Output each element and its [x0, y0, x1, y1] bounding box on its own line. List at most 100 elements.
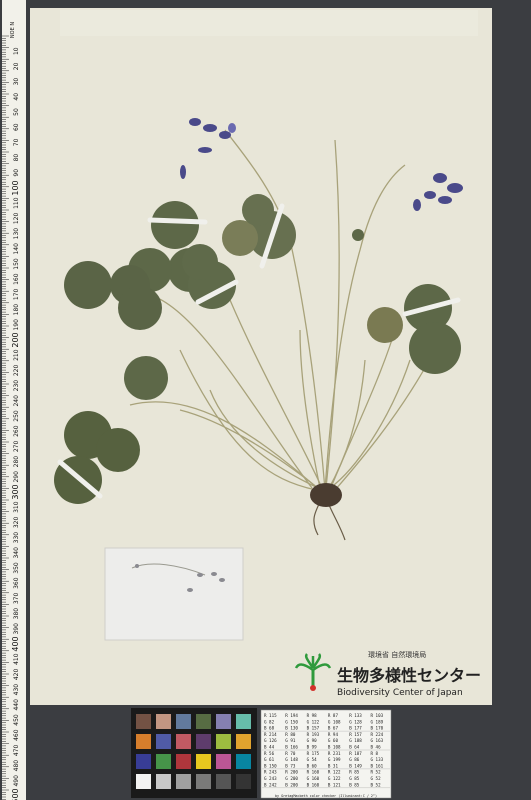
checker-swatch [196, 734, 211, 749]
ruler-mark: 300 [11, 484, 20, 499]
ruler-mark: 280 [13, 456, 20, 468]
table-cell: B 149 [349, 763, 362, 768]
table-caption: by GretagMacbeth color checker (Illumina… [275, 794, 377, 798]
table-cell: G 160 [307, 776, 320, 781]
table-cell: B 242 [264, 782, 277, 787]
table-cell: R 87 [328, 713, 339, 718]
table-cell: B 177 [349, 726, 362, 731]
checker-swatch [236, 754, 251, 769]
ruler-mark: 370 [13, 592, 20, 604]
table-cell: G 85 [349, 776, 360, 781]
checker-swatch [236, 734, 251, 749]
table-cell: G 150 [285, 719, 298, 724]
table-cell: B 99 [307, 745, 318, 750]
table-cell: R 70 [285, 751, 296, 756]
table-cell: G 122 [328, 776, 341, 781]
table-cell: B 130 [285, 726, 298, 731]
ruler-mark: 360 [13, 577, 20, 589]
ruler-mark: 390 [13, 623, 20, 635]
ruler-mark: 130 [13, 228, 20, 240]
trifoliate-leaf [124, 356, 168, 400]
checker-swatch [196, 754, 211, 769]
checker-swatch [136, 734, 151, 749]
checker-swatch [176, 754, 191, 769]
table-cell: B 46 [371, 745, 382, 750]
table-cell: R 98 [307, 713, 318, 718]
ruler-mark: 210 [13, 349, 20, 361]
table-cell: G 133 [371, 757, 384, 762]
center-name-en: Biodiversity Center of Japan [337, 688, 463, 698]
ruler-mark: 380 [13, 608, 20, 620]
table-cell: B 60 [307, 763, 318, 768]
table-cell: G 54 [307, 757, 318, 762]
table-cell: B 31 [328, 763, 339, 768]
ruler-mark: 450 [13, 714, 20, 726]
center-name-jp: 生物多様性センター [337, 666, 481, 685]
table-cell: G 126 [264, 738, 277, 743]
table-cell: G 243 [264, 776, 277, 781]
ruler-mark: 140 [13, 243, 20, 255]
checker-swatch [216, 734, 231, 749]
ruler-mark: 40 [13, 93, 20, 101]
ruler-header: NOE N [10, 22, 16, 38]
ruler-mark: 60 [13, 123, 20, 131]
table-cell: R 8 [371, 751, 379, 756]
table-cell: B 85 [349, 782, 360, 787]
table-cell: B 68 [264, 726, 275, 731]
table-cell: B 170 [371, 726, 384, 731]
ruler-mark: 180 [13, 304, 20, 316]
ruler-mark: 20 [13, 62, 20, 70]
table-cell: B 67 [328, 726, 339, 731]
color-checker [131, 708, 257, 798]
institution-label: 環境省 自然環境局 生物多様性センター Biodiversity Center … [294, 572, 490, 700]
table-cell: R 157 [349, 732, 362, 737]
ruler-mark: 350 [13, 562, 20, 574]
checker-swatch [176, 734, 191, 749]
checker-swatch [156, 734, 171, 749]
table-cell: G 61 [264, 757, 275, 762]
table-cell: G 108 [328, 719, 341, 724]
ruler-mark: 250 [13, 410, 20, 422]
table-cell: B 108 [328, 745, 341, 750]
checker-swatch [156, 774, 171, 789]
table-cell: G 82 [264, 719, 275, 724]
ruler-mark: 230 [13, 380, 20, 392]
ruler-mark: 270 [13, 440, 20, 452]
table-cell: G 91 [285, 738, 296, 743]
ruler-mark: 420 [13, 668, 20, 680]
ruler-mark: 30 [13, 78, 20, 86]
tape-strip [60, 10, 478, 36]
table-cell: R 214 [264, 732, 277, 737]
table-cell: G 90 [307, 738, 318, 743]
ruler-mark: 160 [13, 273, 20, 285]
seed-packet [104, 547, 244, 641]
checker-swatch [156, 714, 171, 729]
table-cell: B 150 [264, 763, 277, 768]
checker-swatch [236, 774, 251, 789]
ruler-mark: 220 [13, 364, 20, 376]
checker-swatch [216, 754, 231, 769]
ruler-mark: 410 [13, 653, 20, 665]
ruler-mark: 100 [11, 180, 20, 195]
ruler-mark: 460 [13, 729, 20, 741]
table-cell: R 122 [328, 770, 341, 775]
ruler-mark: 150 [13, 258, 20, 270]
table-cell: R 243 [264, 770, 277, 775]
table-cell: B 161 [371, 763, 384, 768]
ruler-mark: 340 [13, 547, 20, 559]
specimen-scan: NOE N 10 20 30 40 50 60 70 80 90 100 110 120 130 140 1… [0, 0, 531, 800]
ruler-mark: 90 [13, 169, 20, 177]
table-cell: G 122 [307, 719, 320, 724]
color-value-table: R 115 R 194 R 98 R 87 R 133 R 103 G 82 G 150 G 1… [260, 709, 392, 799]
table-cell: R 56 [264, 751, 275, 756]
leaf-bud [352, 229, 364, 241]
checker-swatch [216, 714, 231, 729]
table-cell: G 189 [371, 719, 384, 724]
checker-swatch [156, 754, 171, 769]
table-cell: B 64 [349, 745, 360, 750]
table-cell: B 157 [307, 726, 320, 731]
checker-swatch [196, 714, 211, 729]
table-cell: R 175 [307, 751, 320, 756]
table-cell: B 121 [328, 782, 341, 787]
checker-swatch [176, 714, 191, 729]
